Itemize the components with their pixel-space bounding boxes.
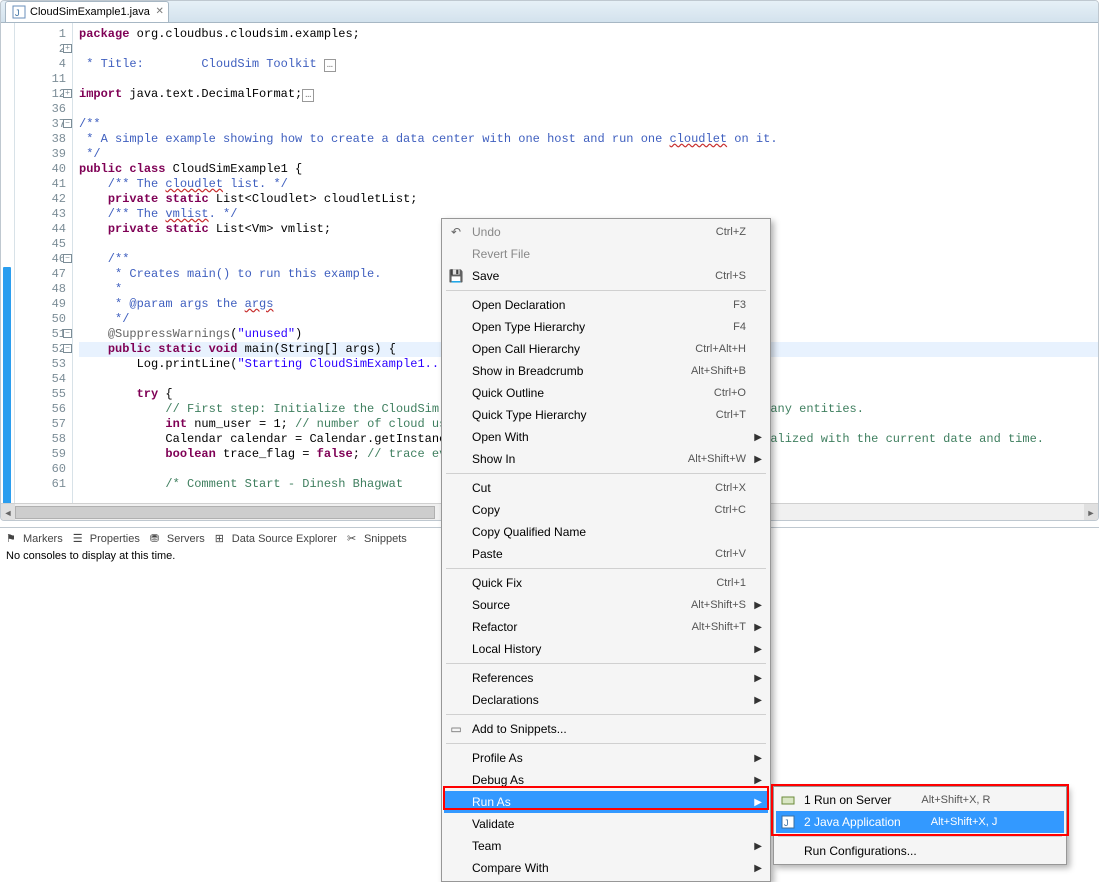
menu-copy[interactable]: CopyCtrl+C <box>444 499 768 521</box>
menu-compare-with[interactable]: Compare With▶ <box>444 857 768 879</box>
java-app-icon: J <box>780 814 796 830</box>
submenu-arrow-icon: ▶ <box>754 673 762 684</box>
submenu-run-configurations[interactable]: Run Configurations... <box>776 840 1064 862</box>
menu-validate[interactable]: Validate <box>444 813 768 835</box>
menu-refactor[interactable]: RefactorAlt+Shift+T▶ <box>444 616 768 638</box>
scroll-left-arrow[interactable]: ◄ <box>1 504 15 521</box>
menu-copy-qualified-name[interactable]: Copy Qualified Name <box>444 521 768 543</box>
tab-filename: CloudSimExample1.java <box>30 6 150 18</box>
submenu-run-on-server[interactable]: 1 Run on ServerAlt+Shift+X, R <box>776 789 1064 811</box>
marker-bar <box>1 23 15 503</box>
menu-separator <box>446 290 766 291</box>
submenu-arrow-icon: ▶ <box>754 600 762 611</box>
svg-text:J: J <box>784 818 789 828</box>
menu-separator <box>778 836 1062 837</box>
close-icon[interactable]: ✕ <box>155 6 163 17</box>
run-as-submenu: 1 Run on ServerAlt+Shift+X, R J 2 Java A… <box>773 786 1067 865</box>
context-menu: ↶UndoCtrl+Z Revert File 💾SaveCtrl+S Open… <box>441 218 771 882</box>
tab-data-source-explorer[interactable]: ⊞Data Source Explorer <box>215 532 337 546</box>
menu-separator <box>446 743 766 744</box>
menu-declarations[interactable]: Declarations▶ <box>444 689 768 711</box>
server-icon <box>780 792 796 808</box>
editor-tab-active[interactable]: J CloudSimExample1.java ✕ <box>5 1 169 22</box>
markers-icon: ⚑ <box>6 532 20 546</box>
submenu-arrow-icon: ▶ <box>754 775 762 786</box>
menu-add-to-snippets[interactable]: ▭Add to Snippets... <box>444 718 768 740</box>
menu-open-with[interactable]: Open With▶ <box>444 426 768 448</box>
submenu-arrow-icon: ▶ <box>754 863 762 874</box>
submenu-arrow-icon: ▶ <box>754 797 762 808</box>
menu-open-call-hierarchy[interactable]: Open Call HierarchyCtrl+Alt+H <box>444 338 768 360</box>
tab-markers[interactable]: ⚑Markers <box>6 532 63 546</box>
menu-run-as[interactable]: Run As▶ <box>444 791 768 813</box>
menu-profile-as[interactable]: Profile As▶ <box>444 747 768 769</box>
menu-source[interactable]: SourceAlt+Shift+S▶ <box>444 594 768 616</box>
menu-paste[interactable]: PasteCtrl+V <box>444 543 768 565</box>
menu-quick-fix[interactable]: Quick FixCtrl+1 <box>444 572 768 594</box>
menu-open-declaration[interactable]: Open DeclarationF3 <box>444 294 768 316</box>
servers-icon: ⛃ <box>150 532 164 546</box>
menu-team[interactable]: Team▶ <box>444 835 768 857</box>
tab-snippets[interactable]: ✂Snippets <box>347 532 407 546</box>
menu-separator <box>446 568 766 569</box>
menu-separator <box>446 473 766 474</box>
menu-references[interactable]: References▶ <box>444 667 768 689</box>
submenu-arrow-icon: ▶ <box>754 841 762 852</box>
menu-cut[interactable]: CutCtrl+X <box>444 477 768 499</box>
menu-local-history[interactable]: Local History▶ <box>444 638 768 660</box>
editor-tab-bar: J CloudSimExample1.java ✕ <box>1 1 1098 23</box>
tab-servers[interactable]: ⛃Servers <box>150 532 205 546</box>
submenu-arrow-icon: ▶ <box>754 644 762 655</box>
submenu-java-application[interactable]: J 2 Java ApplicationAlt+Shift+X, J <box>776 811 1064 833</box>
tab-properties[interactable]: ☰Properties <box>73 532 140 546</box>
menu-separator <box>446 663 766 664</box>
java-file-icon: J <box>12 5 26 19</box>
scroll-right-arrow[interactable]: ► <box>1084 504 1098 521</box>
menu-quick-type-hierarchy[interactable]: Quick Type HierarchyCtrl+T <box>444 404 768 426</box>
snippets-icon: ✂ <box>347 532 361 546</box>
submenu-arrow-icon: ▶ <box>754 432 762 443</box>
submenu-arrow-icon: ▶ <box>754 622 762 633</box>
submenu-arrow-icon: ▶ <box>754 454 762 465</box>
properties-icon: ☰ <box>73 532 87 546</box>
menu-show-in-breadcrumb[interactable]: Show in BreadcrumbAlt+Shift+B <box>444 360 768 382</box>
menu-save[interactable]: 💾SaveCtrl+S <box>444 265 768 287</box>
submenu-arrow-icon: ▶ <box>754 753 762 764</box>
menu-revert-file[interactable]: Revert File <box>444 243 768 265</box>
menu-show-in[interactable]: Show InAlt+Shift+W▶ <box>444 448 768 470</box>
menu-debug-as[interactable]: Debug As▶ <box>444 769 768 791</box>
line-number-gutter: 12+41112+3637−383940414243444546−4748495… <box>15 23 73 503</box>
menu-open-type-hierarchy[interactable]: Open Type HierarchyF4 <box>444 316 768 338</box>
menu-separator <box>446 714 766 715</box>
snippet-icon: ▭ <box>448 721 464 737</box>
dse-icon: ⊞ <box>215 532 229 546</box>
undo-icon: ↶ <box>448 224 464 240</box>
svg-text:J: J <box>15 8 20 18</box>
submenu-arrow-icon: ▶ <box>754 695 762 706</box>
menu-quick-outline[interactable]: Quick OutlineCtrl+O <box>444 382 768 404</box>
save-icon: 💾 <box>448 268 464 284</box>
menu-undo[interactable]: ↶UndoCtrl+Z <box>444 221 768 243</box>
scroll-thumb[interactable] <box>15 506 435 519</box>
